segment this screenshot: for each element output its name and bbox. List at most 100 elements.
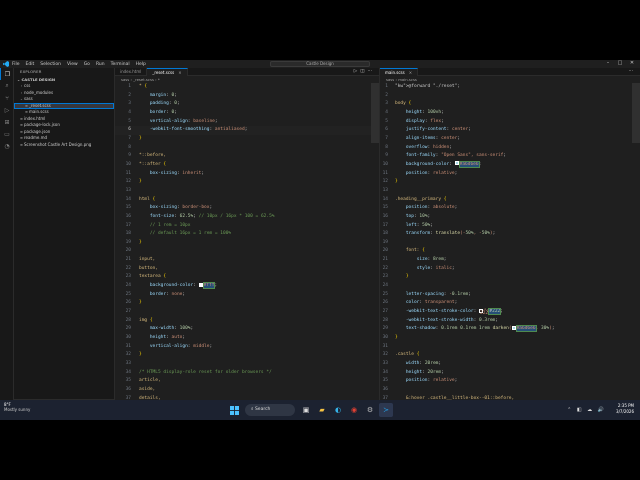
code-line[interactable]: 31 vertical-align: middle; [115,343,379,352]
code-line[interactable]: 35 article, [115,377,379,386]
minimap-right[interactable] [632,83,640,413]
code-line[interactable]: 27 [115,308,379,317]
workspace-section[interactable]: ⌄ CASTLE DESIGN [14,76,114,83]
code-line[interactable]: 21 input, [115,256,379,265]
code-line[interactable]: 20 [115,247,379,256]
code-line[interactable]: 5 vertical-align: baseline; [115,118,379,127]
more-actions-icon[interactable]: ⋯ [368,69,376,74]
code-line[interactable]: 2 [380,92,640,101]
menu-item-go[interactable]: Go [84,62,90,67]
code-line[interactable]: 15 position: absolute; [380,204,640,213]
menu-item-terminal[interactable]: Terminal [111,62,130,67]
code-line[interactable]: 34 height: 20rem; [380,369,640,378]
code-line[interactable]: 11 position: relative; [380,170,640,179]
code-line[interactable]: 20 font: { [380,247,640,256]
code-line[interactable]: 30 height: auto; [115,334,379,343]
code-line[interactable]: 30} [380,334,640,343]
code-line[interactable]: 16 font-size: 62.5%; // 10px / 16px * 10… [115,213,379,222]
file-explorer-icon[interactable]: ▰ [315,403,329,417]
code-line[interactable]: 9 font-family: "Open Sans", sans-serif; [380,152,640,161]
code-line[interactable]: 4 height: 100vh; [380,109,640,118]
color-swatch[interactable]: 222222 [479,308,496,316]
code-line[interactable]: 23 textarea { [115,273,379,282]
menu-item-view[interactable]: View [67,62,78,67]
code-line[interactable]: 24 background-color: #fff; [115,282,379,291]
breadcrumb[interactable]: sass › main.scss [380,76,640,83]
code-line[interactable]: 25 letter-spacing: -0.1rem; [380,291,640,300]
run-debug-icon[interactable]: ▷ [0,104,14,116]
start-icon[interactable] [227,403,241,417]
menu-item-selection[interactable]: Selection [40,62,61,67]
explorer-icon[interactable]: ❐ [0,68,14,80]
code-line[interactable]: 8 [115,144,379,153]
code-line[interactable]: 26} [115,299,379,308]
menu-item-edit[interactable]: Edit [26,62,35,67]
code-line[interactable]: 12} [380,178,640,187]
code-line[interactable]: 6 -webkit-font-smoothing: antialiased; [115,126,379,135]
maximize-icon[interactable]: □ [614,60,626,66]
code-area-left[interactable]: 1 * {2 margin: 0; 3 padding: 0; 4 border: 0… [115,83,379,413]
editor-tab[interactable]: index.html [115,68,148,76]
extensions-icon[interactable]: ⊞ [0,116,14,128]
code-line[interactable]: 34 /* HTML5 display-role reset for older … [115,369,379,378]
code-line[interactable]: 21 size: 8rem; [380,256,640,265]
system-tray[interactable]: ⌃ ◧ ☁ 🔊 [567,407,606,413]
code-line[interactable]: 16 top: 10%; [380,213,640,222]
code-line[interactable]: 36 [380,386,640,395]
code-line[interactable]: 3 padding: 0; [115,100,379,109]
code-line[interactable]: 10 background-color: #a6d6e6; [380,160,640,170]
code-line[interactable]: 24 [380,282,640,291]
code-line[interactable]: 29 text-shadow: 0.1rem 0.1rem 1rem darke… [380,325,640,334]
minimap-left[interactable] [371,83,379,413]
code-line[interactable]: 6 justify-content: center; [380,126,640,135]
code-line[interactable]: 12} [115,178,379,187]
code-line[interactable]: 35 position: relative; [380,377,640,386]
command-center[interactable]: Castle Design [270,61,370,67]
code-line[interactable]: 13 [380,187,640,196]
code-line[interactable]: 14 .heading__primary { [380,196,640,205]
edge-icon[interactable]: ◐ [331,403,345,417]
code-line[interactable]: 5 display: flex; [380,118,640,127]
code-line[interactable]: 27 -webkit-text-stroke-color: 222222">#2… [380,308,640,317]
color-swatch[interactable] [454,161,459,166]
editor-tab[interactable]: _reset.scss × [147,68,188,76]
split-editor-icon[interactable]: ◫ [360,69,367,74]
code-line[interactable]: 28 img { [115,317,379,326]
remote-explorer-icon[interactable]: ▭ [0,128,14,140]
code-line[interactable]: 8 overflow: hidden; [380,144,640,153]
code-line[interactable]: 1 * { [115,83,379,92]
tree-file[interactable]: ≡Screenshot Castle Art Design.png [14,142,114,149]
code-line[interactable]: 10 *::after { [115,161,379,170]
menu-item-help[interactable]: Help [136,62,146,67]
menu-item-run[interactable]: Run [96,62,105,67]
code-line[interactable]: 23 } [380,273,640,282]
code-line[interactable]: 15 box-sizing: border-box; [115,204,379,213]
close-tab-icon[interactable]: × [409,70,412,75]
close-icon[interactable]: ✕ [626,60,638,66]
minimize-icon[interactable]: – [602,60,614,66]
git-graph-icon[interactable]: ◔ [0,140,14,152]
code-line[interactable]: 29 max-width: 100%; [115,325,379,334]
code-line[interactable]: 4 border: 0; [115,109,379,118]
code-line[interactable]: 33 [115,360,379,369]
code-line[interactable]: 17 // 1 rem = 10px [115,222,379,231]
code-line[interactable]: 17 left: 50%; [380,222,640,231]
menu-item-file[interactable]: File [12,62,20,67]
code-line[interactable]: 19} [115,239,379,248]
code-line[interactable]: 25 border: none; [115,291,379,300]
minimap-viewport[interactable] [371,83,379,143]
code-line[interactable]: 18 transform: translate(-50%, -50%); [380,230,640,239]
color-swatch[interactable] [198,282,203,287]
code-line[interactable]: 7} [115,135,379,144]
search-icon[interactable]: ⌕ [0,80,14,92]
code-line[interactable]: 36 aside, [115,386,379,395]
more-actions-icon[interactable]: ⋯ [629,69,637,74]
code-line[interactable]: 2 margin: 0; [115,92,379,101]
code-line[interactable]: 1 "kw">@forward "./reset"; [380,83,640,92]
code-line[interactable]: 22 button, [115,265,379,274]
code-line[interactable]: 19 [380,239,640,248]
weather-widget[interactable]: 8°F Mostly sunny [4,402,30,412]
code-line[interactable]: 14 html { [115,196,379,205]
settings-icon[interactable]: ⚙ [363,403,377,417]
breadcrumb[interactable]: sass › _reset.scss › * [115,76,379,83]
